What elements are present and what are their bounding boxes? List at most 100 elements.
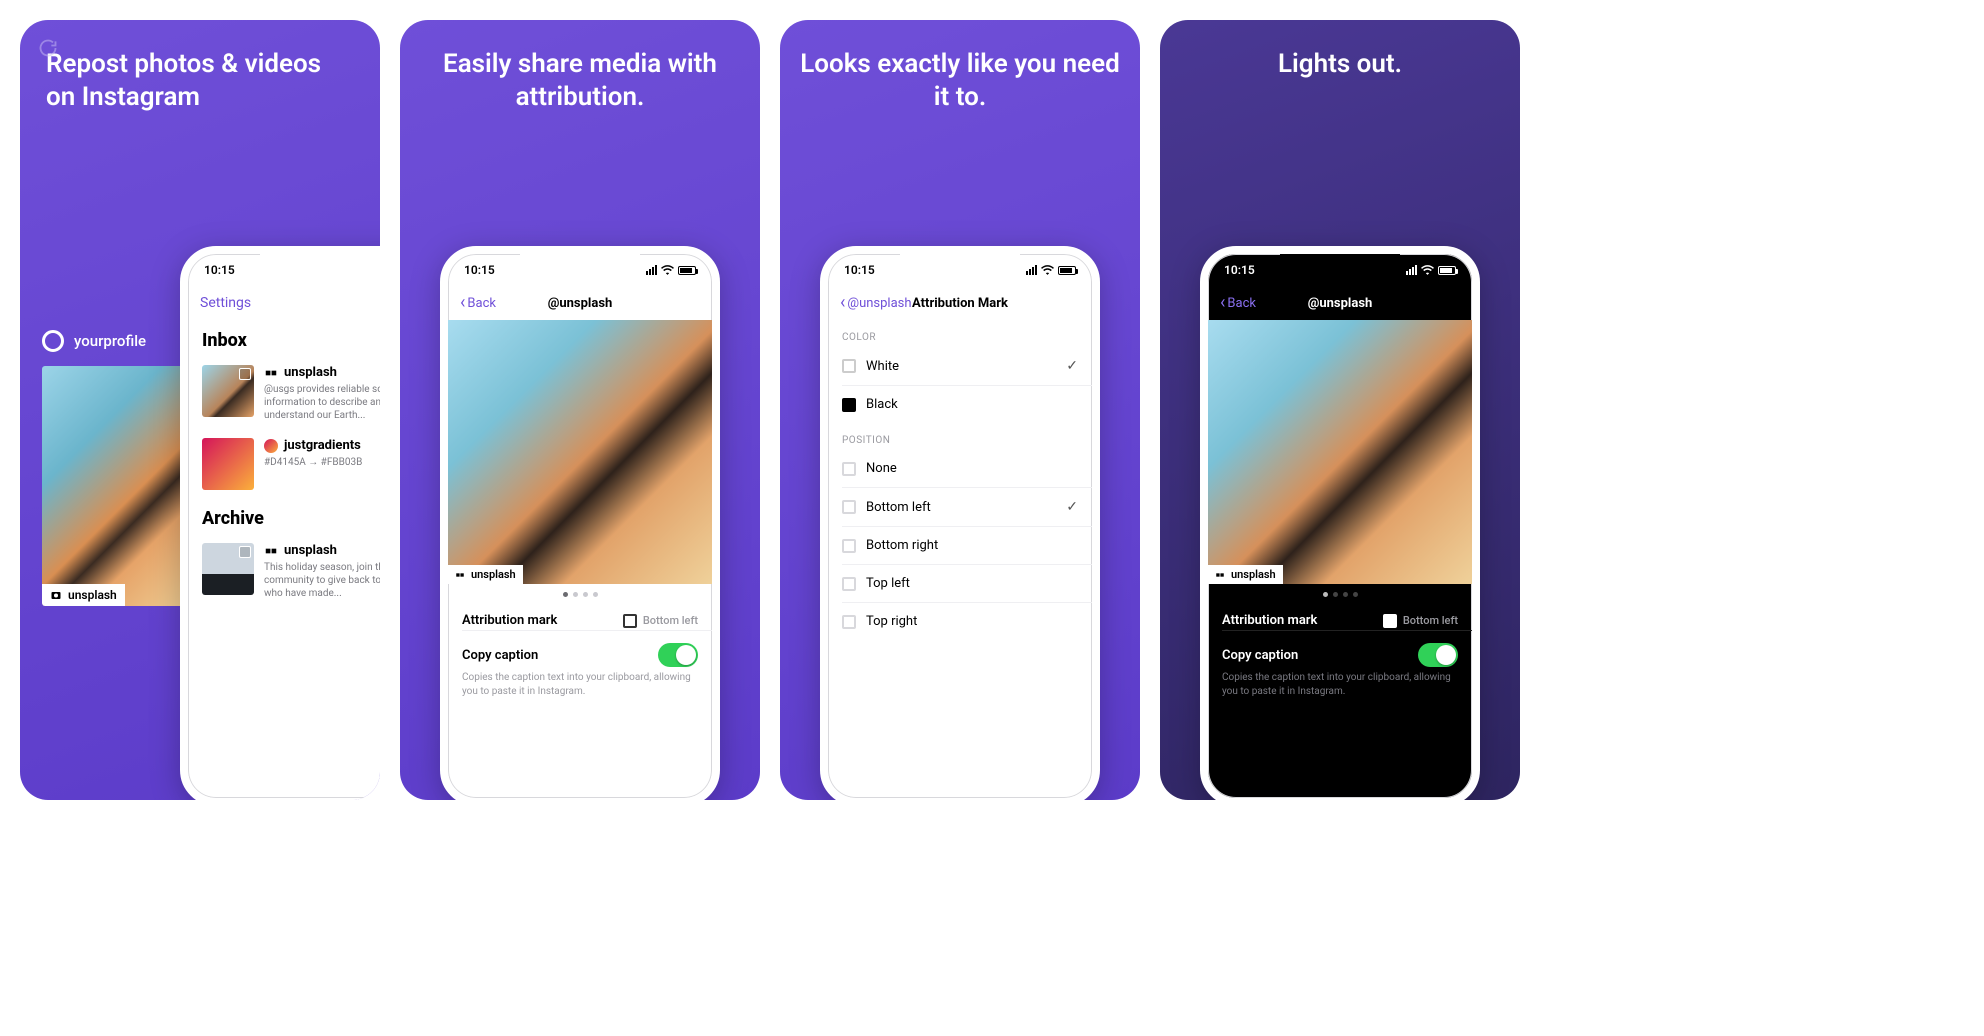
- option-label: Bottom right: [866, 538, 938, 553]
- gallery-icon: [239, 368, 251, 380]
- list-item-username: justgradients: [284, 438, 361, 453]
- attribution-badge-label: unsplash: [471, 568, 516, 581]
- back-button[interactable]: ‹Back: [460, 294, 496, 312]
- refresh-icon: [38, 38, 58, 58]
- toggle-switch[interactable]: [1418, 643, 1458, 667]
- media-preview[interactable]: unsplash: [448, 320, 712, 584]
- attribution-badge: unsplash: [448, 565, 523, 584]
- setting-copy-caption[interactable]: Copy caption: [1208, 631, 1472, 669]
- status-icons: [1406, 265, 1456, 275]
- wifi-icon: [1421, 265, 1434, 275]
- profile-handle: yourprofile: [74, 332, 146, 350]
- toggle-switch[interactable]: [658, 643, 698, 667]
- status-icons: [1026, 265, 1076, 275]
- page-indicator: [1208, 584, 1472, 601]
- list-item[interactable]: unsplash @usgs provides reliable scienti…: [188, 357, 380, 430]
- phone-notch: [900, 254, 1020, 278]
- position-icon: [842, 577, 856, 591]
- option-label: Bottom left: [866, 500, 931, 515]
- setting-copy-caption[interactable]: Copy caption: [448, 631, 712, 669]
- setting-value: Bottom left: [623, 614, 698, 628]
- repost-icon: [264, 366, 278, 380]
- setting-label: Copy caption: [462, 648, 538, 663]
- option-position-bottom-left[interactable]: Bottom left ✓: [828, 488, 1092, 526]
- nav-bar: Settings: [188, 286, 380, 320]
- option-position-none[interactable]: None: [828, 450, 1092, 487]
- option-label: Black: [866, 397, 898, 412]
- setting-label: Attribution mark: [462, 613, 557, 628]
- attribution-badge: unsplash: [42, 584, 125, 606]
- list-item[interactable]: justgradients #D4145A → #FBB03B: [188, 430, 380, 498]
- phone-mock: 10:15 ‹Back @unsplash unsplash Attributi…: [1200, 246, 1480, 800]
- nav-bar: ‹Back @unsplash: [448, 286, 712, 320]
- setting-help-text: Copies the caption text into your clipbo…: [448, 669, 712, 708]
- repost-icon: [264, 544, 278, 558]
- list-thumbnail: [202, 438, 254, 490]
- panel-headline: Easily share media with attribution.: [400, 20, 760, 113]
- nav-bar: ‹Back @unsplash: [1208, 286, 1472, 320]
- status-icons: [646, 265, 696, 275]
- back-label: Back: [1227, 296, 1256, 311]
- checkmark-icon: ✓: [1066, 358, 1078, 374]
- profile-strip: yourprofile: [42, 330, 146, 352]
- setting-help-text: Copies the caption text into your clipbo…: [1208, 669, 1472, 708]
- back-label: @unsplash: [847, 296, 911, 311]
- position-preview-icon: [623, 614, 637, 628]
- media-preview[interactable]: unsplash: [1208, 320, 1472, 584]
- signal-icon: [646, 265, 657, 275]
- settings-link[interactable]: Settings: [200, 295, 251, 311]
- position-icon: [842, 500, 856, 514]
- color-swatch-icon: [842, 398, 856, 412]
- option-position-bottom-right[interactable]: Bottom right: [828, 527, 1092, 564]
- panel-headline: Lights out.: [1160, 20, 1520, 81]
- chevron-left-icon: ‹: [1220, 294, 1225, 312]
- profile-avatar-ring: [42, 330, 64, 352]
- panel-headline: Repost photos & videos on Instagram: [20, 20, 380, 113]
- option-color-black[interactable]: Black: [828, 386, 1092, 423]
- wifi-icon: [661, 265, 674, 275]
- checkmark-icon: ✓: [1066, 499, 1078, 515]
- back-button[interactable]: ‹Back: [1220, 294, 1256, 312]
- list-item-username: unsplash: [284, 365, 337, 380]
- attribution-badge-label: unsplash: [1231, 568, 1276, 581]
- position-icon: [842, 539, 856, 553]
- wifi-icon: [1041, 265, 1054, 275]
- option-position-top-right[interactable]: Top right: [828, 603, 1092, 640]
- phone-mock: 10:15 Settings Inbox unsplash: [180, 246, 380, 800]
- battery-icon: [678, 266, 696, 275]
- setting-attribution-mark[interactable]: Attribution mark Bottom left: [448, 601, 712, 630]
- phone-notch: [520, 254, 640, 278]
- hero-image-preview: unsplash: [42, 366, 202, 606]
- list-item-caption: This holiday season, join the community …: [264, 561, 380, 600]
- section-header-archive: Archive: [188, 498, 380, 535]
- position-icon: [842, 615, 856, 629]
- screenshot-panel-4: Lights out. 10:15 ‹Back @unsplash unspla…: [1160, 20, 1520, 800]
- phone-notch: [260, 254, 380, 278]
- attribution-badge: unsplash: [1208, 565, 1283, 584]
- list-item[interactable]: unsplash This holiday season, join the c…: [188, 535, 380, 608]
- setting-label: Attribution mark: [1222, 613, 1317, 628]
- phone-mock: 10:15 ‹@unsplash Attribution Mark COLOR …: [820, 246, 1100, 800]
- signal-icon: [1026, 265, 1037, 275]
- back-button[interactable]: ‹@unsplash: [840, 294, 912, 312]
- list-item-user: unsplash: [264, 543, 380, 558]
- screenshot-panel-2: Easily share media with attribution. 10:…: [400, 20, 760, 800]
- page-indicator: [448, 584, 712, 601]
- chevron-left-icon: ‹: [840, 294, 845, 312]
- list-item-user: justgradients: [264, 438, 380, 453]
- group-header-position: POSITION: [828, 423, 1092, 450]
- gallery-icon: [239, 546, 251, 558]
- option-label: None: [866, 461, 897, 476]
- list-item-caption: #D4145A → #FBB03B: [264, 456, 380, 469]
- color-swatch-icon: [842, 359, 856, 373]
- list-item-caption: @usgs provides reliable scientific infor…: [264, 383, 380, 422]
- option-color-white[interactable]: White ✓: [828, 347, 1092, 385]
- setting-value-text: Bottom left: [1403, 614, 1458, 627]
- status-time: 10:15: [464, 263, 495, 277]
- avatar-icon: [264, 439, 278, 453]
- setting-attribution-mark[interactable]: Attribution mark Bottom left: [1208, 601, 1472, 630]
- battery-icon: [1438, 266, 1456, 275]
- option-position-top-left[interactable]: Top left: [828, 565, 1092, 602]
- position-preview-icon: [1383, 614, 1397, 628]
- panel-headline: Looks exactly like you need it to.: [780, 20, 1140, 113]
